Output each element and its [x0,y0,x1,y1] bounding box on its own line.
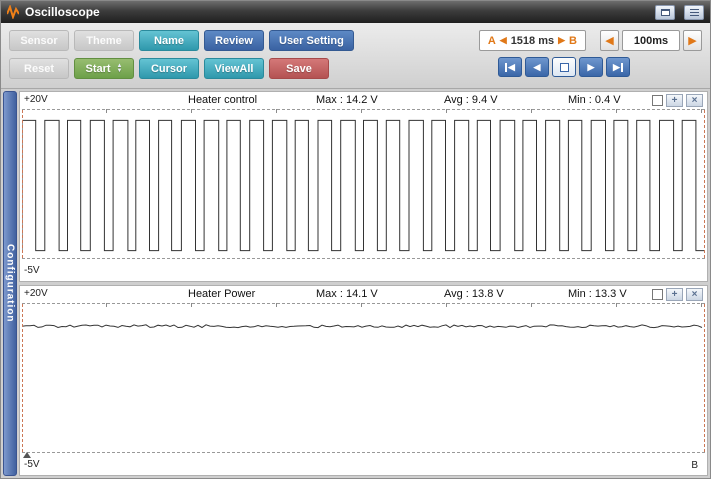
time-controls: A ◀ 1518 ms ▶ B ◀ 100ms ▶ ◀ ◀ ▶ ▶ [478,30,702,82]
heater-power-panel: +20V Heater Power Max : 14.1 V Avg : 13.… [19,285,708,476]
cursor-button[interactable]: Cursor [139,58,199,79]
bar-icon [505,62,508,72]
timebase-group: ◀ 100ms ▶ [600,30,702,51]
heater-control-panel: +20V Heater control Max : 14.2 V Avg : 9… [19,91,708,282]
panel2-zoom-button[interactable]: + [666,288,683,301]
time-controls-row-2: ◀ ◀ ▶ ▶ [498,57,702,77]
cursor-a-marker[interactable] [23,452,31,458]
heater-power-waveform [22,324,703,329]
panel2-controls: + × [652,288,703,301]
panel2-checkbox[interactable] [652,289,663,300]
panel1-cursor-a-line[interactable] [22,110,23,258]
left-triangle-icon: ◀ [605,35,614,47]
panel2-voltage-bottom: -5V [24,459,40,470]
save-button[interactable]: Save [269,58,329,79]
chart-region: Configuration +20V Heater control Max : … [1,89,710,478]
channel-panels: +20V Heater control Max : 14.2 V Avg : 9… [19,91,708,476]
panel2-voltage-top: +20V [24,288,48,299]
panel1-signal-name: Heater control [188,94,258,106]
start-spinner-icon[interactable]: ▲ ▼ [117,63,123,74]
stop-button[interactable] [552,57,576,77]
panel1-cursor-b-line[interactable] [704,110,705,258]
cursor-b-marker-label[interactable]: B [691,460,698,471]
plus-icon: + [671,94,678,106]
panel1-min-value: Min : 0.4 V [568,94,621,106]
play-button[interactable]: ▶ [579,57,603,77]
panel2-cursor-b-line[interactable] [704,304,705,452]
panel1-checkbox[interactable] [652,95,663,106]
cursor-span-display: A ◀ 1518 ms ▶ B [478,30,586,51]
minimize-icon [689,8,699,16]
skip-to-end-button[interactable]: ▶ [606,57,630,77]
step-back-button[interactable]: ◀ [525,57,549,77]
timebase-increase-button[interactable]: ▶ [683,30,702,51]
bar-icon [620,62,623,72]
close-icon: × [691,288,698,300]
cursor-span-value: 1518 ms [510,34,555,47]
right-triangle-icon: ▶ [688,35,697,47]
panel2-plot-area [22,303,705,453]
review-button[interactable]: Review [204,30,264,51]
time-controls-row-1: A ◀ 1518 ms ▶ B ◀ 100ms ▶ [478,30,702,51]
toolbar-row-2: Reset Start ▲ ▼ Cursor ViewAll Save [9,58,354,79]
left-triangle-icon: ◀ [533,61,541,72]
stop-icon [559,62,569,72]
title-bar: Oscilloscope [1,1,710,23]
close-icon: × [691,94,698,106]
panel1-avg-value: Avg : 9.4 V [444,94,498,106]
toolbar-button-grid: Sensor Theme Name Review User Setting Re… [9,30,354,82]
app-waveform-icon [7,5,19,19]
user-setting-button[interactable]: User Setting [269,30,354,51]
panel1-plot-area [22,109,705,259]
panel2-avg-value: Avg : 13.8 V [444,288,504,300]
theme-button[interactable]: Theme [74,30,134,51]
cursor-b-label: B [569,34,577,47]
name-button[interactable]: Name [139,30,199,51]
timebase-decrease-button[interactable]: ◀ [600,30,619,51]
panel1-voltage-top: +20V [24,94,48,105]
timebase-value[interactable]: 100ms [622,30,680,51]
configuration-tab-label: Configuration [4,244,16,323]
spinner-down-icon[interactable]: ▼ [117,68,123,74]
configuration-tab[interactable]: Configuration [3,91,17,476]
restore-window-button[interactable] [655,4,675,20]
panel1-zoom-button[interactable]: + [666,94,683,107]
toolbar: Sensor Theme Name Review User Setting Re… [1,23,710,89]
panel1-controls: + × [652,94,703,107]
oscilloscope-window: Oscilloscope Sensor Theme Name Review Us… [0,0,711,479]
skip-to-start-button[interactable]: ◀ [498,57,522,77]
viewall-button[interactable]: ViewAll [204,58,264,79]
toolbar-row-1: Sensor Theme Name Review User Setting [9,30,354,51]
cursor-a-label: A [487,34,496,47]
heater-control-waveform [22,119,705,252]
start-button[interactable]: Start ▲ ▼ [74,58,134,79]
panel2-cursor-a-line[interactable] [22,304,23,452]
left-triangle-icon: ◀ [508,61,515,72]
panel2-max-value: Max : 14.1 V [316,288,378,300]
play-icon: ▶ [587,61,595,72]
panel1-max-value: Max : 14.2 V [316,94,378,106]
start-button-label: Start [85,62,111,75]
plus-icon: + [671,288,678,300]
sensor-button[interactable]: Sensor [9,30,69,51]
panel2-min-value: Min : 13.3 V [568,288,627,300]
window-title: Oscilloscope [25,5,100,19]
panel1-voltage-bottom: -5V [24,265,40,276]
reset-button[interactable]: Reset [9,58,69,79]
playback-controls: ◀ ◀ ▶ ▶ [498,57,630,77]
panel1-close-button[interactable]: × [686,94,703,107]
minimize-window-button[interactable] [684,4,704,20]
panel2-signal-name: Heater Power [188,288,256,300]
right-triangle-icon: ▶ [613,61,620,72]
span-right-triangle-icon[interactable]: ▶ [558,35,565,46]
panel2-close-button[interactable]: × [686,288,703,301]
restore-icon [660,8,670,16]
span-left-triangle-icon[interactable]: ◀ [500,35,507,46]
